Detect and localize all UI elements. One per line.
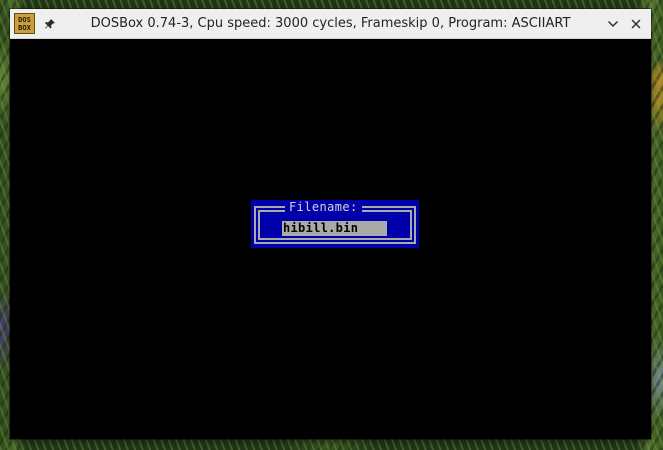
- title-bar[interactable]: DOS BOX DOSBox 0.74-3, Cpu speed: 3000 c…: [10, 9, 651, 39]
- close-icon[interactable]: [627, 15, 645, 33]
- dialog-title: Filename:: [285, 200, 362, 214]
- dos-screen[interactable]: Filename: hibill.bin: [10, 40, 651, 439]
- dosbox-app-icon[interactable]: DOS BOX: [14, 13, 35, 34]
- app-icon-text-top: DOS: [18, 15, 31, 24]
- filename-input[interactable]: hibill.bin: [282, 221, 387, 236]
- dosbox-window: DOS BOX DOSBox 0.74-3, Cpu speed: 3000 c…: [10, 9, 651, 439]
- window-title: DOSBox 0.74-3, Cpu speed: 3000 cycles, F…: [90, 16, 571, 31]
- filename-dialog: Filename: hibill.bin: [251, 200, 419, 248]
- chevron-down-icon[interactable]: [604, 15, 622, 33]
- pin-icon[interactable]: [41, 15, 59, 33]
- app-icon-text-bottom: BOX: [18, 23, 31, 32]
